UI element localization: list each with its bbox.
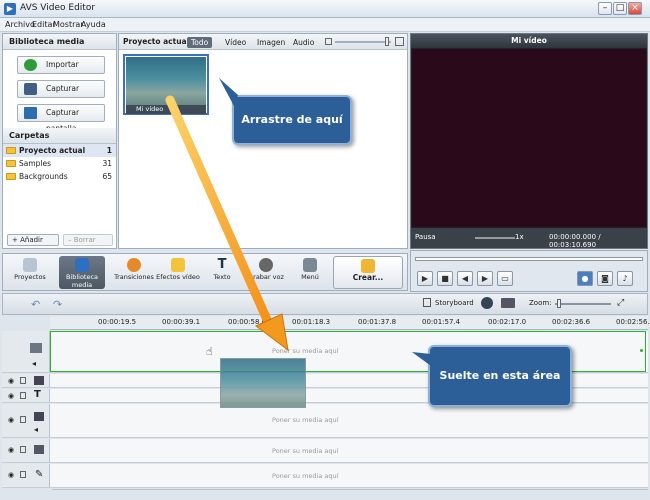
drag-arrow bbox=[165, 95, 289, 352]
drop-callout: Suelte en esta área bbox=[428, 345, 572, 407]
drag-callout-text: Arrastre de aquí bbox=[241, 113, 343, 126]
arrow-head bbox=[255, 313, 289, 352]
drag-callout: Arrastre de aquí bbox=[232, 95, 352, 145]
drag-callout-tail bbox=[219, 78, 238, 106]
drop-callout-tail bbox=[412, 352, 431, 366]
drop-callout-text: Suelte en esta área bbox=[439, 369, 561, 382]
